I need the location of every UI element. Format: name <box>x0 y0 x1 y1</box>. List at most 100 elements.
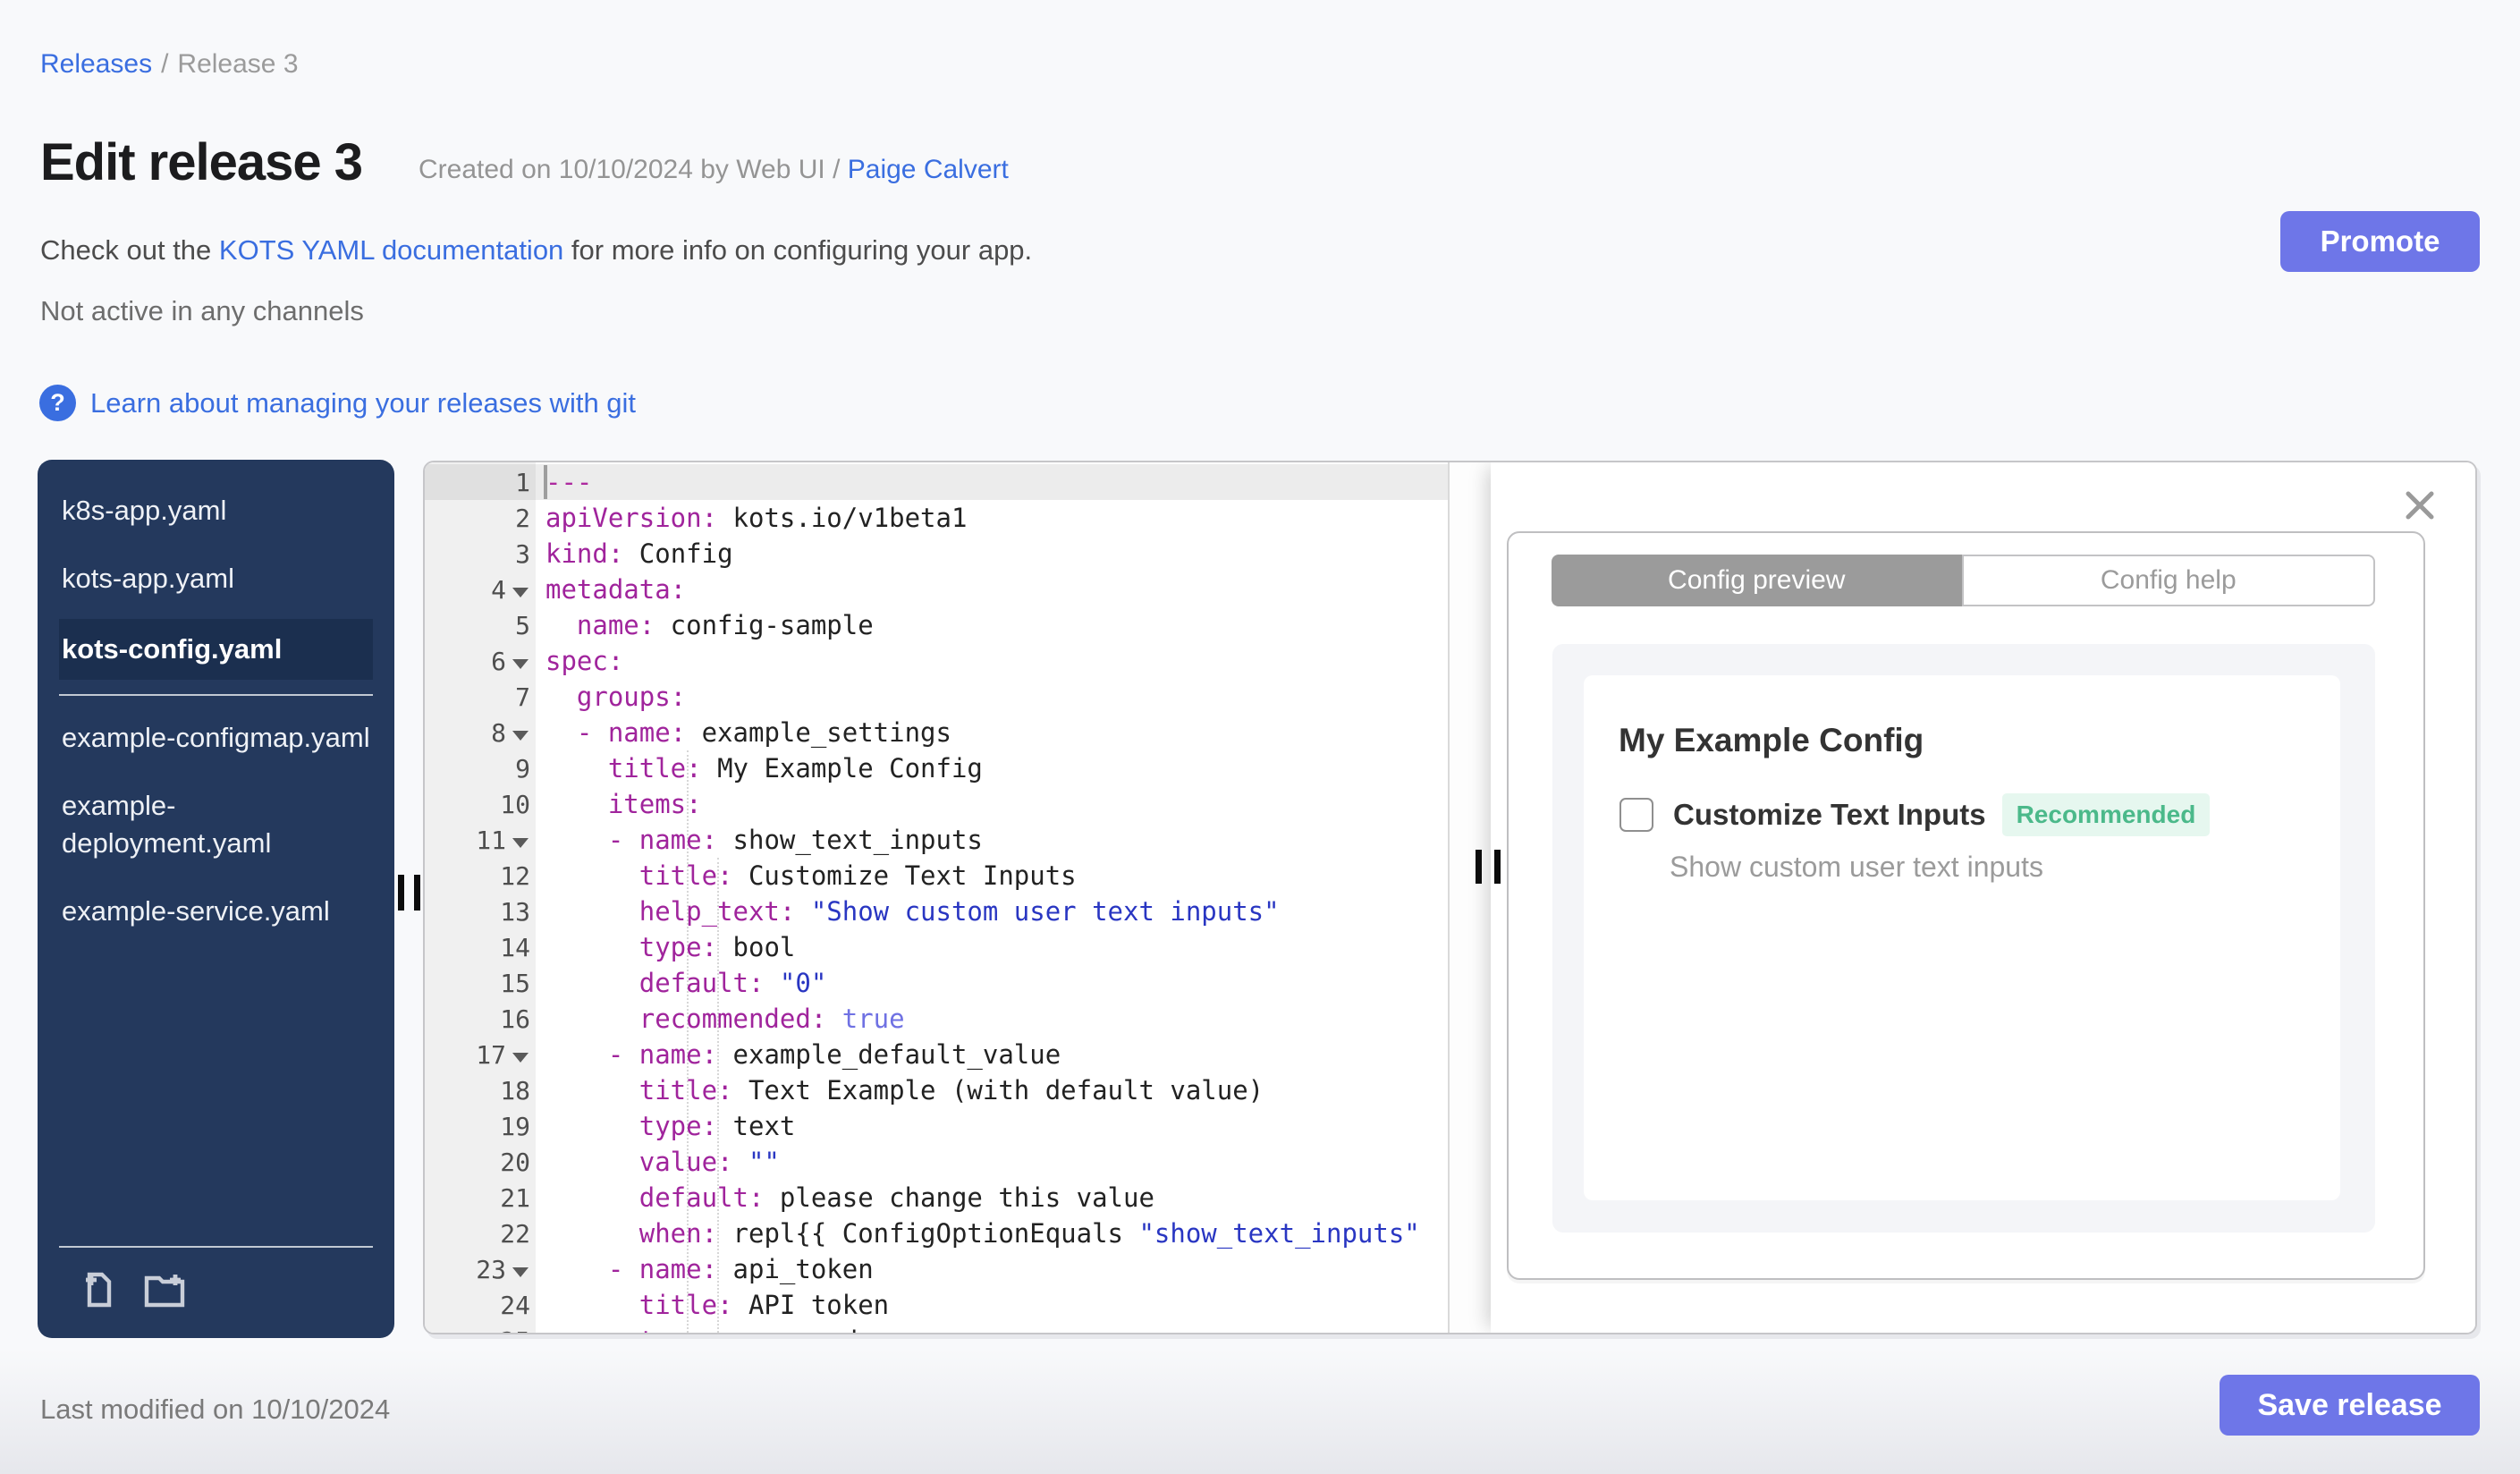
gutter-row: 19 <box>500 1111 530 1141</box>
code-line[interactable]: spec: <box>536 643 1448 679</box>
sidebar-item-kots-app[interactable]: kots-app.yaml <box>59 551 373 606</box>
resize-handle-right[interactable] <box>1494 850 1501 884</box>
new-file-icon[interactable] <box>79 1267 120 1317</box>
code-line[interactable]: apiVersion: kots.io/v1beta1 <box>536 500 1448 536</box>
tab-config-help[interactable]: Config help <box>1961 555 2375 606</box>
gutter-row: 10 <box>500 789 530 819</box>
new-folder-icon[interactable] <box>141 1267 188 1317</box>
code-line[interactable]: - name: show_text_inputs <box>536 822 1448 858</box>
sidebar-item-kots-config[interactable]: kots-config.yaml <box>59 619 373 680</box>
gutter-row: 13 <box>500 896 530 927</box>
preview-tabbar: Config preview Config help <box>1552 555 2375 606</box>
created-text: Created on 10/10/2024 by Web UI / <box>419 155 848 184</box>
git-help-row: ? Learn about managing your releases wit… <box>39 385 636 421</box>
config-item-label: Customize Text Inputs <box>1673 798 1986 831</box>
code-line[interactable]: title: Text Example (with default value) <box>536 1072 1448 1108</box>
question-circle-icon[interactable]: ? <box>39 385 76 421</box>
breadcrumb-current: Release 3 <box>177 49 299 79</box>
kots-docs-link[interactable]: KOTS YAML documentation <box>219 234 563 266</box>
docs-line-post: for more info on configuring your app. <box>563 234 1033 266</box>
editor-scrollbar-track[interactable] <box>1448 462 1494 1333</box>
created-author-link[interactable]: Paige Calvert <box>848 155 1009 184</box>
fold-arrow-icon[interactable] <box>512 658 529 669</box>
code-line[interactable]: title: My Example Config <box>536 750 1448 786</box>
preview-card: Config preview Config help My Example Co… <box>1507 531 2425 1280</box>
edit-release-page: Releases / Release 3 Edit release 3 Create… <box>0 0 2520 1474</box>
code-line[interactable]: metadata: <box>536 572 1448 607</box>
gutter-row: 8 <box>425 715 536 750</box>
code-line[interactable]: type: text <box>536 1108 1448 1144</box>
docs-line-pre: Check out the <box>40 234 219 266</box>
config-preview-body: My Example Config Customize Text Inputs … <box>1552 644 2375 1233</box>
gutter-row: 12 <box>500 860 530 891</box>
code-line[interactable]: help_text: "Show custom user text inputs… <box>536 894 1448 929</box>
code-line[interactable]: groups: <box>536 679 1448 715</box>
sidebar-item-example-deployment[interactable]: example-deployment.yaml <box>59 778 373 871</box>
fold-arrow-icon[interactable] <box>512 1052 529 1063</box>
breadcrumb-releases-link[interactable]: Releases <box>40 49 152 79</box>
config-group-card: My Example Config Customize Text Inputs … <box>1584 675 2340 1200</box>
resize-handle-right[interactable] <box>1476 850 1482 884</box>
code-line[interactable]: items: <box>536 786 1448 822</box>
code-line[interactable]: when: repl{{ ConfigOptionEquals "show_te… <box>536 1216 1448 1251</box>
save-release-button[interactable]: Save release <box>2220 1375 2480 1436</box>
code-line[interactable]: title: Customize Text Inputs <box>536 858 1448 894</box>
code-line[interactable]: - name: example_default_value <box>536 1037 1448 1072</box>
gutter-row: 3 <box>515 538 530 569</box>
sidebar-item-example-service[interactable]: example-service.yaml <box>59 884 373 939</box>
recommended-badge: Recommended <box>2001 793 2211 836</box>
customize-text-inputs-checkbox[interactable] <box>1619 798 1653 832</box>
gutter-row: 21 <box>500 1182 530 1213</box>
breadcrumb-separator: / <box>161 49 169 79</box>
fold-arrow-icon[interactable] <box>512 730 529 741</box>
code-line[interactable]: value: "" <box>536 1144 1448 1180</box>
gutter-row: 11 <box>425 822 536 858</box>
tab-config-preview[interactable]: Config preview <box>1552 555 1962 606</box>
code-line[interactable]: - name: api_token <box>536 1251 1448 1287</box>
editor-gutter: 1234567891011121314151617181920212223242… <box>425 462 536 1333</box>
config-item-help: Show custom user text inputs <box>1670 851 2043 883</box>
config-item-row: Customize Text Inputs Recommended <box>1619 793 2340 836</box>
close-button[interactable] <box>2400 486 2440 525</box>
resize-handle-left[interactable] <box>414 875 420 911</box>
sidebar-divider <box>59 694 373 696</box>
sidebar-item-example-configmap[interactable]: example-configmap.yaml <box>59 710 373 766</box>
code-line[interactable]: - name: example_settings <box>536 715 1448 750</box>
gutter-row: 2 <box>515 503 530 533</box>
gutter-row: 14 <box>500 932 530 962</box>
fold-arrow-icon[interactable] <box>512 837 529 848</box>
code-line[interactable]: type: password <box>536 1323 1448 1333</box>
breadcrumb: Releases / Release 3 <box>40 49 299 80</box>
code-line[interactable]: title: API token <box>536 1287 1448 1323</box>
git-releases-link[interactable]: Learn about managing your releases with … <box>90 387 636 419</box>
fold-arrow-icon[interactable] <box>512 587 529 597</box>
promote-button[interactable]: Promote <box>2280 211 2480 272</box>
code-line[interactable]: default: please change this value <box>536 1180 1448 1216</box>
gutter-row: 4 <box>425 572 536 607</box>
code-line[interactable]: recommended: true <box>536 1001 1448 1037</box>
gutter-row: 17 <box>425 1037 536 1072</box>
gutter-row: 5 <box>515 610 530 640</box>
channel-status: Not active in any channels <box>40 295 364 326</box>
gutter-row: 16 <box>500 1004 530 1034</box>
code-line[interactable]: --- <box>536 464 1448 500</box>
last-modified: Last modified on 10/10/2024 <box>40 1394 391 1425</box>
sidebar-footer <box>59 1246 373 1320</box>
code-line[interactable]: type: bool <box>536 929 1448 965</box>
gutter-row: 1 <box>425 464 536 500</box>
gutter-row: 18 <box>500 1075 530 1106</box>
gutter-row: 20 <box>500 1147 530 1177</box>
file-sidebar: k8s-app.yaml kots-app.yaml kots-config.y… <box>38 460 394 1338</box>
code-area[interactable]: --- apiVersion: kots.io/v1beta1 kind: Conf… <box>536 462 1448 1333</box>
code-line[interactable]: default: "0" <box>536 965 1448 1001</box>
resize-handle-left[interactable] <box>398 875 404 911</box>
code-line[interactable]: name: config-sample <box>536 607 1448 643</box>
code-line[interactable]: kind: Config <box>536 536 1448 572</box>
editor-container: 1234567891011121314151617181920212223242… <box>423 461 2477 1334</box>
gutter-row: 25 <box>425 1323 536 1334</box>
preview-panel: Config preview Config help My Example Co… <box>1491 462 2475 1333</box>
gutter-row: 23 <box>425 1251 536 1287</box>
gutter-row: 9 <box>515 753 530 784</box>
fold-arrow-icon[interactable] <box>512 1266 529 1277</box>
sidebar-item-k8s-app[interactable]: k8s-app.yaml <box>59 483 373 538</box>
